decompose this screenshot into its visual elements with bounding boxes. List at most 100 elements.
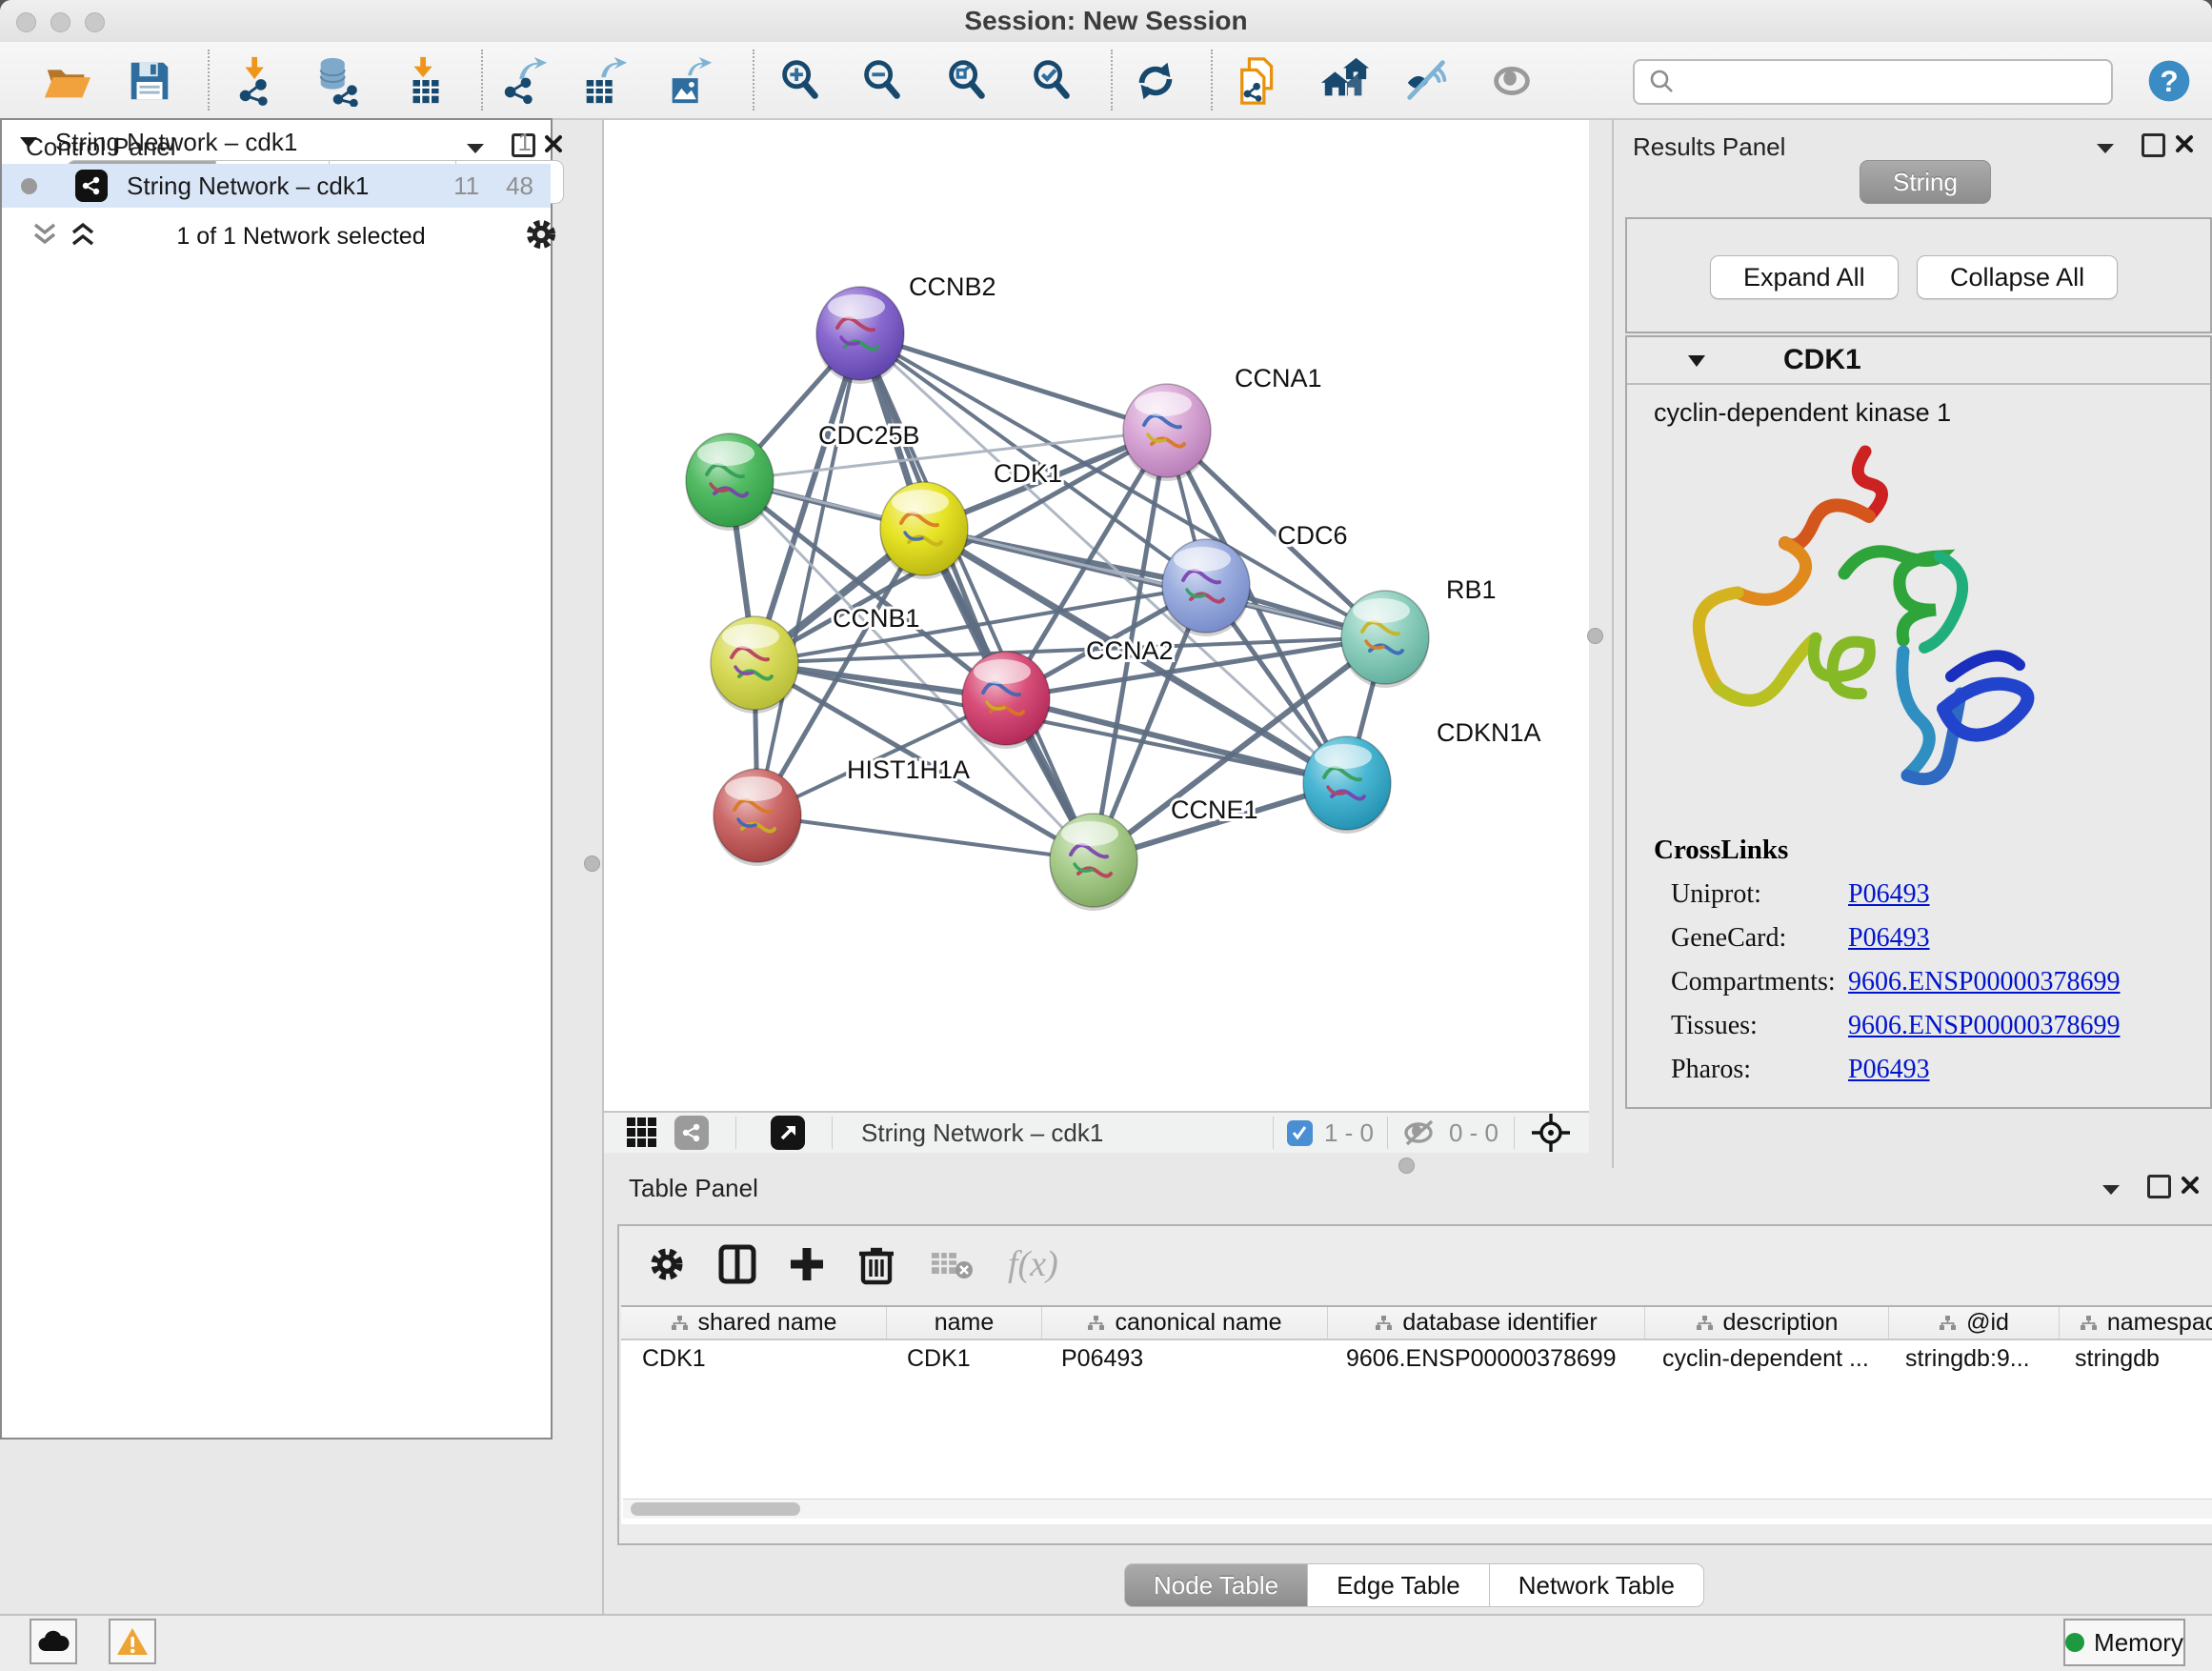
- export-table-button[interactable]: [577, 53, 633, 109]
- string-style-icon[interactable]: [674, 1116, 709, 1150]
- crosslink-link[interactable]: 9606.ENSP00000378699: [1848, 1011, 2120, 1041]
- birdseye-view-icon[interactable]: [771, 1116, 805, 1150]
- edge-HIST1H1A-CCNE1[interactable]: [757, 815, 1094, 860]
- table-cell[interactable]: stringdb: [2054, 1345, 2212, 1373]
- warning-status-button[interactable]: [109, 1619, 156, 1664]
- network-view-canvas[interactable]: CCNB2 CCNA1 CDC25B: [604, 120, 1589, 1111]
- save-session-button[interactable]: [122, 53, 177, 109]
- network-collection-row[interactable]: String Network – cdk1 1: [2, 120, 551, 164]
- crosslink-link[interactable]: 9606.ENSP00000378699: [1848, 967, 2120, 997]
- show-columns-icon[interactable]: [718, 1243, 756, 1285]
- column-header-database-identifier[interactable]: database identifier: [1328, 1307, 1645, 1339]
- crosslink-link[interactable]: P06493: [1848, 923, 1930, 954]
- crosslink-label: Tissues:: [1671, 1011, 1848, 1041]
- column-header-shared-name[interactable]: shared name: [621, 1307, 887, 1339]
- results-panel-close-icon[interactable]: [2174, 133, 2195, 154]
- table-horizontal-scrollbar[interactable]: [623, 1499, 2212, 1519]
- node-label-HIST1H1A: HIST1H1A: [847, 755, 970, 784]
- column-header-namespace[interactable]: namespace: [2060, 1307, 2212, 1339]
- node-CDKN1A[interactable]: CDKN1A: [1303, 718, 1541, 834]
- crosslink-label: Pharos:: [1671, 1055, 1848, 1085]
- table-cell[interactable]: 9606.ENSP00000378699: [1325, 1345, 1641, 1373]
- home-button[interactable]: [1317, 53, 1373, 109]
- cloud-status-button[interactable]: [30, 1619, 77, 1664]
- toolbar-separator: [1273, 1117, 1274, 1149]
- node-RB1[interactable]: RB1: [1341, 575, 1497, 688]
- column-header-label: description: [1723, 1309, 1839, 1337]
- column-header-canonical-name[interactable]: canonical name: [1042, 1307, 1328, 1339]
- selected-count: 1 - 0: [1324, 1118, 1374, 1148]
- search-box[interactable]: [1633, 59, 2113, 105]
- tab-edge-table[interactable]: Edge Table: [1308, 1563, 1490, 1607]
- zoom-out-button[interactable]: [855, 53, 910, 109]
- window-title: Session: New Session: [0, 0, 2212, 42]
- table-panel-menu-icon[interactable]: [2101, 1182, 2122, 1196]
- node-CCNA1[interactable]: CCNA1: [1123, 364, 1322, 481]
- zoom-in-button[interactable]: [773, 53, 828, 109]
- table-cell[interactable]: P06493: [1040, 1345, 1325, 1373]
- gene-section-header[interactable]: CDK1: [1627, 337, 2210, 385]
- table-options-gear-icon[interactable]: [646, 1243, 688, 1285]
- tree-expander-icon[interactable]: [19, 135, 38, 149]
- add-column-plus-icon[interactable]: [787, 1244, 827, 1284]
- edge-CCNB2-CCNA1[interactable]: [860, 333, 1167, 431]
- scrollbar-thumb[interactable]: [631, 1502, 800, 1516]
- edge-CCNB2-HIST1H1A[interactable]: [757, 333, 860, 815]
- expand-all-button[interactable]: Expand All: [1710, 255, 1899, 299]
- table-row[interactable]: CDK1CDK1P064939606.ENSP00000378699cyclin…: [621, 1340, 2212, 1377]
- export-network-button[interactable]: [497, 53, 553, 109]
- network-options-gear-icon[interactable]: [522, 215, 560, 253]
- crosslink-link[interactable]: P06493: [1848, 879, 1930, 910]
- search-input[interactable]: [1684, 68, 2111, 96]
- table-panel-float-icon[interactable]: [2147, 1175, 2171, 1198]
- crosslink-label: GeneCard:: [1671, 923, 1848, 954]
- hide-graphics-button[interactable]: [1400, 53, 1456, 109]
- grid-view-icon[interactable]: [625, 1116, 659, 1150]
- zoom-selected-button[interactable]: [1024, 53, 1079, 109]
- table-panel-close-icon[interactable]: [2180, 1175, 2201, 1196]
- delete-column-trash-icon[interactable]: [857, 1242, 895, 1286]
- zoom-out-icon: [856, 55, 908, 107]
- crosslinks-list: Uniprot:P06493GeneCard:P06493Compartment…: [1671, 873, 2185, 1092]
- fit-selected-crosshair-icon[interactable]: [1530, 1112, 1572, 1154]
- selected-nodes-checkbox[interactable]: [1287, 1120, 1313, 1146]
- column-header--id[interactable]: @id: [1889, 1307, 2060, 1339]
- network-row[interactable]: String Network – cdk1 11 48: [2, 164, 551, 208]
- crosslink-link[interactable]: P06493: [1848, 1055, 1930, 1085]
- results-panel-float-icon[interactable]: [2142, 133, 2165, 157]
- import-table-file-button[interactable]: [398, 53, 453, 109]
- network-graph[interactable]: CCNB2 CCNA1 CDC25B: [604, 120, 1589, 1111]
- tab-node-table[interactable]: Node Table: [1124, 1563, 1308, 1607]
- help-button[interactable]: ?: [2142, 53, 2197, 109]
- export-image-button[interactable]: [662, 53, 717, 109]
- tab-network-table[interactable]: Network Table: [1490, 1563, 1704, 1607]
- memory-button[interactable]: Memory: [2063, 1619, 2185, 1666]
- table-header-row: shared namenamecanonical namedatabase id…: [621, 1307, 2212, 1340]
- column-type-icon: [1939, 1315, 1957, 1331]
- table-cell[interactable]: cyclin-dependent ...: [1641, 1345, 1884, 1373]
- table-tabs: Node Table Edge Table Network Table: [1124, 1563, 1704, 1607]
- table-cell[interactable]: stringdb:9...: [1884, 1345, 2054, 1373]
- table-cell[interactable]: CDK1: [621, 1345, 886, 1373]
- network-view-title: String Network – cdk1: [861, 1118, 1103, 1148]
- import-network-file-button[interactable]: [231, 53, 286, 109]
- node-HIST1H1A[interactable]: HIST1H1A: [714, 755, 970, 866]
- open-file-button[interactable]: [39, 53, 94, 109]
- collapse-all-button[interactable]: Collapse All: [1917, 255, 2118, 299]
- tab-string[interactable]: String: [1860, 160, 1991, 204]
- results-panel-menu-icon[interactable]: [2095, 141, 2116, 154]
- gene-name: CDK1: [1783, 344, 1861, 376]
- string-document-button[interactable]: [1233, 53, 1288, 109]
- import-network-database-button[interactable]: [311, 53, 366, 109]
- section-expander-icon[interactable]: [1686, 353, 1707, 368]
- show-graphics-button[interactable]: [1484, 53, 1539, 109]
- column-header-name[interactable]: name: [887, 1307, 1042, 1339]
- gene-description: cyclin-dependent kinase 1: [1627, 385, 2210, 428]
- left-splitter-handle[interactable]: [584, 856, 600, 872]
- refresh-view-button[interactable]: [1128, 53, 1183, 109]
- column-header-description[interactable]: description: [1645, 1307, 1889, 1339]
- zoom-fit-button[interactable]: [939, 53, 995, 109]
- right-splitter-handle[interactable]: [1587, 628, 1603, 644]
- crosslink-row: Compartments:9606.ENSP00000378699: [1671, 960, 2185, 1004]
- table-cell[interactable]: CDK1: [886, 1345, 1040, 1373]
